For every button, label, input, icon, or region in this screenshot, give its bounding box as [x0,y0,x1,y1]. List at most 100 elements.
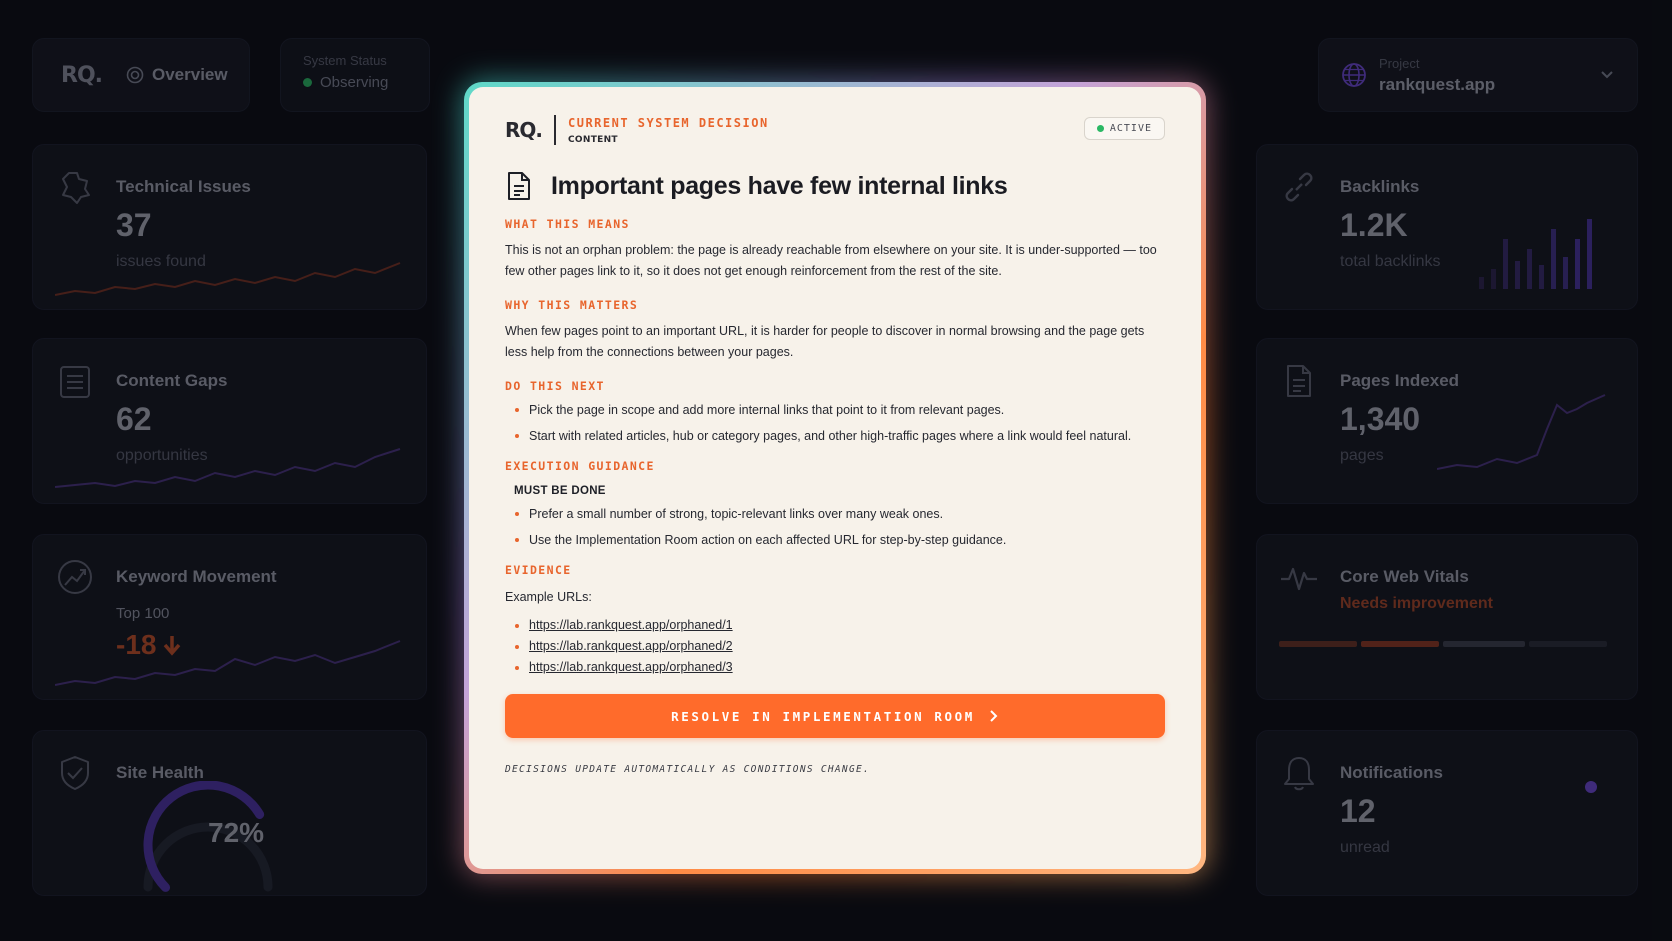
sparkline [55,640,401,686]
vitals-segment [1529,641,1607,647]
card-value: 62 [116,401,152,437]
card-title: Content Gaps [116,371,228,390]
section-guidance: EXECUTION GUIDANCE MUST BE DONE Prefer a… [505,459,1165,549]
chevron-right-icon [990,710,998,722]
card-content-gaps[interactable]: Content Gaps 62 opportunities [32,338,427,504]
card-site-health[interactable]: Site Health 72% [32,730,427,896]
project-text: Project rankquest.app [1379,56,1495,95]
card-title: Keyword Movement [116,567,277,586]
pulse-icon [1281,567,1317,591]
status-badge-label: ACTIVE [1109,123,1152,134]
shield-check-icon [61,756,89,790]
card-pages-indexed[interactable]: Pages Indexed 1,340 pages [1256,338,1638,504]
document-icon [508,172,530,200]
evidence-url-link[interactable]: https://lab.rankquest.app/orphaned/3 [529,660,733,674]
decision-modal-frame: RQ. CURRENT SYSTEM DECISION CONTENT ACTI… [464,82,1206,874]
list-item: Prefer a small number of strong, topic-r… [505,506,1165,523]
list-item: https://lab.rankquest.app/orphaned/1 [505,615,1165,636]
list-item: https://lab.rankquest.app/orphaned/3 [505,657,1165,678]
card-title: Core Web Vitals [1340,567,1469,586]
card-subtitle: total backlinks [1340,253,1441,270]
card-value: 1,340 [1340,401,1421,437]
target-icon [126,66,144,84]
card-label: Top 100 [116,605,170,622]
system-status-value-row: Observing [303,74,407,91]
card-technical-issues[interactable]: Technical Issues 37 issues found [32,144,427,310]
card-backlinks[interactable]: Backlinks 1.2K total backlinks [1256,144,1638,310]
vitals-segment [1279,641,1357,647]
document-list-icon [60,366,90,398]
globe-icon [1342,63,1366,87]
card-subtitle: unread [1340,839,1390,856]
vitals-segment [1443,641,1525,647]
card-notifications[interactable]: Notifications 12 unread [1256,730,1638,896]
vitals-bar [1279,641,1607,647]
modal-title: Important pages have few internal links [551,171,1008,200]
section-next: DO THIS NEXT Pick the page in scope and … [505,379,1165,445]
card-title: Notifications [1340,763,1443,782]
list-item: Pick the page in scope and add more inte… [505,402,1165,419]
card-value: 1.2K [1340,207,1408,243]
puzzle-icon [62,172,90,204]
modal-footnote: DECISIONS UPDATE AUTOMATICALLY AS CONDIT… [505,764,871,775]
decision-modal: RQ. CURRENT SYSTEM DECISION CONTENT ACTI… [469,87,1201,869]
section-heading: DO THIS NEXT [505,379,605,393]
section-what: WHAT THIS MEANS This is not an orphan pr… [505,217,1165,282]
list-item: Start with related articles, hub or cate… [505,428,1165,445]
card-title: Technical Issues [116,177,251,196]
document-icon [1287,365,1311,397]
guidance-list: Prefer a small number of strong, topic-r… [505,506,1165,549]
header-divider [554,115,556,145]
section-heading: EVIDENCE [505,563,572,577]
card-keyword-movement[interactable]: Keyword Movement Top 100 -18 [32,534,427,700]
brand-nav: RQ. Overview [32,38,250,112]
vitals-segment [1361,641,1439,647]
section-why: WHY THIS MATTERS When few pages point to… [505,298,1165,363]
resolve-button-label: RESOLVE IN IMPLEMENTATION ROOM [671,708,975,724]
card-subtitle: pages [1340,447,1384,464]
section-heading: WHY THIS MATTERS [505,298,639,312]
bar-sparkline [1479,219,1592,289]
card-title: Site Health [116,763,204,782]
evidence-url-list: https://lab.rankquest.app/orphaned/1 htt… [505,615,1165,678]
evidence-url-link[interactable]: https://lab.rankquest.app/orphaned/1 [529,618,733,632]
bell-icon [1284,757,1314,791]
list-item: Use the Implementation Room action on ea… [505,532,1165,549]
section-heading: EXECUTION GUIDANCE [505,459,655,473]
nav-overview-label: Overview [152,65,228,84]
card-value: 37 [116,207,152,243]
trend-icon [58,560,92,594]
project-selector[interactable]: Project rankquest.app [1318,38,1638,112]
project-label: Project [1379,55,1420,71]
header-text: CURRENT SYSTEM DECISION CONTENT [568,116,769,145]
modal-title-row: Important pages have few internal links [505,171,1165,201]
card-status: Needs improvement [1340,595,1493,612]
section-text: When few pages point to an important URL… [505,324,1145,359]
system-status-label: System Status [303,53,387,68]
evidence-url-link[interactable]: https://lab.rankquest.app/orphaned/2 [529,639,733,653]
system-status-value: Observing [320,74,389,91]
decision-category: CONTENT [568,134,618,145]
resolve-button[interactable]: RESOLVE IN IMPLEMENTATION ROOM [505,694,1165,738]
modal-header: RQ. CURRENT SYSTEM DECISION CONTENT [505,115,1165,145]
status-dot [303,78,312,87]
section-evidence: EVIDENCE Example URLs: https://lab.rankq… [505,563,1165,678]
nav-overview[interactable]: Overview [126,65,228,85]
card-title: Backlinks [1340,177,1420,196]
next-steps-list: Pick the page in scope and add more inte… [505,402,1165,445]
sparkline [1437,394,1606,470]
section-text: This is not an orphan problem: the page … [505,243,1157,278]
must-label: MUST BE DONE [514,485,606,497]
active-dot [1096,125,1104,132]
evidence-label: Example URLs: [505,590,592,604]
card-value: 72% [208,817,265,848]
system-status: System Status Observing [280,38,430,112]
card-value: 12 [1340,793,1376,829]
card-core-web-vitals[interactable]: Core Web Vitals Needs improvement [1256,534,1638,700]
chevron-down-icon[interactable] [1599,67,1615,83]
unread-dot [1585,781,1597,793]
modal-logo: RQ. [505,118,543,142]
decision-title: CURRENT SYSTEM DECISION [568,115,769,130]
list-item: https://lab.rankquest.app/orphaned/2 [505,636,1165,657]
section-heading: WHAT THIS MEANS [505,217,630,231]
